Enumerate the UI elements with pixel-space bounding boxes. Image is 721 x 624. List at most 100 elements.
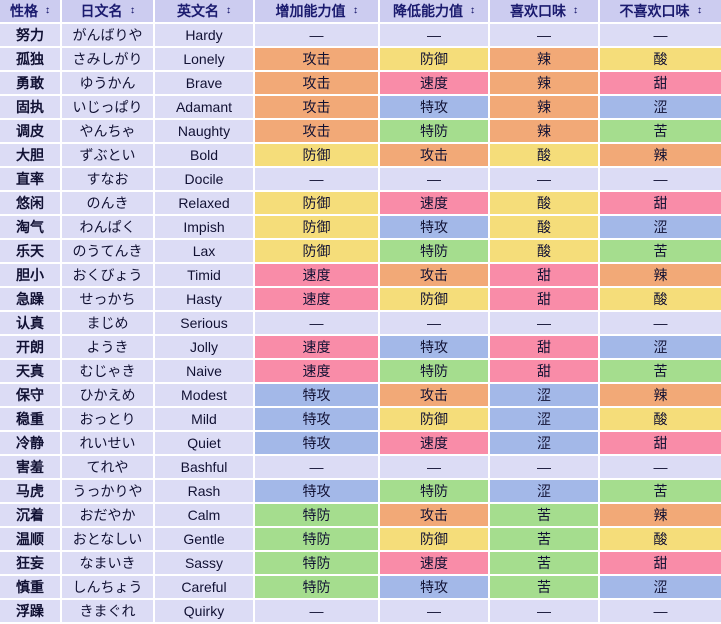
table-header: 性格 ↕ 日文名 ↕ 英文名 ↕ 增加能力值 ↕ 降低能力值 ↕ 喜欢口味 ↕ 不喜欢口味 ↕ — [0, 0, 721, 24]
cell-nature: 认真 — [0, 312, 62, 336]
table-row: 冷静 れいせい Quiet 特攻 速度涩甜 — [0, 432, 721, 456]
cell-nature: 害羞 — [0, 456, 62, 480]
cell-down: 防御 — [380, 528, 490, 552]
cell-down: 特防 — [380, 360, 490, 384]
cell-like: — — [490, 168, 600, 192]
cell-down: 攻击 — [380, 264, 490, 288]
cell-up: 防御 — [255, 240, 380, 264]
table-row: 大胆 ずぶとい Bold 防御 攻击酸辣 — [0, 144, 721, 168]
cell-nature: 孤独 — [0, 48, 62, 72]
table-row: 天真 むじゃき Naive 速度 特防甜苦 — [0, 360, 721, 384]
sort-updown-icon[interactable]: ↕ — [696, 6, 702, 16]
cell-jp: さみしがり — [62, 48, 155, 72]
column-header-nature[interactable]: 性格 ↕ — [0, 0, 62, 24]
cell-up: 防御 — [255, 144, 380, 168]
cell-nature: 淘气 — [0, 216, 62, 240]
cell-jp: わんぱく — [62, 216, 155, 240]
cell-down: — — [380, 456, 490, 480]
cell-like: — — [490, 456, 600, 480]
cell-nature: 稳重 — [0, 408, 62, 432]
column-header-dislike[interactable]: 不喜欢口味 ↕ — [600, 0, 721, 24]
cell-like: 苦 — [490, 576, 600, 600]
cell-jp: おっとり — [62, 408, 155, 432]
cell-dislike: 甜 — [600, 192, 721, 216]
column-header-jp[interactable]: 日文名 ↕ — [62, 0, 155, 24]
cell-nature: 慎重 — [0, 576, 62, 600]
column-header-label: 喜欢口味 — [510, 3, 566, 19]
cell-up: — — [255, 600, 380, 624]
cell-jp: がんばりや — [62, 24, 155, 48]
cell-dislike: — — [600, 600, 721, 624]
cell-jp: れいせい — [62, 432, 155, 456]
column-header-en[interactable]: 英文名 ↕ — [155, 0, 255, 24]
cell-en: Mild — [155, 408, 255, 432]
cell-like: 甜 — [490, 336, 600, 360]
cell-nature: 悠闲 — [0, 192, 62, 216]
cell-like: 苦 — [490, 552, 600, 576]
column-header-label: 增加能力值 — [275, 3, 346, 19]
cell-up: 攻击 — [255, 120, 380, 144]
cell-jp: やんちゃ — [62, 120, 155, 144]
cell-like: 酸 — [490, 240, 600, 264]
column-header-like[interactable]: 喜欢口味 ↕ — [490, 0, 600, 24]
cell-dislike: 涩 — [600, 216, 721, 240]
cell-nature: 胆小 — [0, 264, 62, 288]
cell-down: — — [380, 168, 490, 192]
sort-updown-icon[interactable]: ↕ — [352, 6, 358, 16]
cell-jp: ひかえめ — [62, 384, 155, 408]
cell-like: 甜 — [490, 360, 600, 384]
header-row: 性格 ↕ 日文名 ↕ 英文名 ↕ 增加能力值 ↕ 降低能力值 ↕ 喜欢口味 ↕ 不喜欢口味 ↕ — [0, 0, 721, 24]
cell-like: — — [490, 312, 600, 336]
table-row: 勇敢 ゆうかん Brave 攻击 速度辣甜 — [0, 72, 721, 96]
cell-dislike: 酸 — [600, 288, 721, 312]
cell-en: Impish — [155, 216, 255, 240]
cell-dislike: 涩 — [600, 576, 721, 600]
cell-jp: むじゃき — [62, 360, 155, 384]
column-header-up[interactable]: 增加能力值 ↕ — [255, 0, 380, 24]
cell-down: 速度 — [380, 192, 490, 216]
nature-table: 性格 ↕ 日文名 ↕ 英文名 ↕ 增加能力值 ↕ 降低能力值 ↕ 喜欢口味 ↕ 不喜欢口味 ↕ 努力 がんば… — [0, 0, 721, 624]
sort-updown-icon[interactable]: ↕ — [44, 6, 50, 16]
cell-down: 特攻 — [380, 216, 490, 240]
table-row: 孤独 さみしがり Lonely 攻击 防御辣酸 — [0, 48, 721, 72]
table-row: 胆小 おくびょう Timid 速度 攻击甜辣 — [0, 264, 721, 288]
table-row: 调皮 やんちゃ Naughty 攻击 特防辣苦 — [0, 120, 721, 144]
cell-like: 涩 — [490, 480, 600, 504]
cell-like: 辣 — [490, 48, 600, 72]
table-row: 沉着 おだやか Calm 特防 攻击苦辣 — [0, 504, 721, 528]
cell-dislike: 苦 — [600, 360, 721, 384]
cell-dislike: — — [600, 456, 721, 480]
cell-like: 辣 — [490, 72, 600, 96]
column-header-down[interactable]: 降低能力值 ↕ — [380, 0, 490, 24]
cell-dislike: — — [600, 24, 721, 48]
cell-like: 酸 — [490, 192, 600, 216]
cell-nature: 乐天 — [0, 240, 62, 264]
sort-updown-icon[interactable]: ↕ — [225, 6, 231, 16]
cell-down: 速度 — [380, 72, 490, 96]
cell-up: 攻击 — [255, 72, 380, 96]
table-row: 固执 いじっぱり Adamant 攻击 特攻辣涩 — [0, 96, 721, 120]
table-row: 保守 ひかえめ Modest 特攻 攻击涩辣 — [0, 384, 721, 408]
cell-like: — — [490, 24, 600, 48]
cell-dislike: 甜 — [600, 552, 721, 576]
cell-dislike: 涩 — [600, 336, 721, 360]
sort-updown-icon[interactable]: ↕ — [129, 6, 135, 16]
table-row: 努力 がんばりや Hardy — — — — — [0, 24, 721, 48]
table-row: 浮躁 きまぐれ Quirky — — — — — [0, 600, 721, 624]
cell-dislike: 苦 — [600, 120, 721, 144]
cell-dislike: 甜 — [600, 432, 721, 456]
table-row: 狂妄 なまいき Sassy 特防 速度苦甜 — [0, 552, 721, 576]
cell-en: Bold — [155, 144, 255, 168]
cell-jp: きまぐれ — [62, 600, 155, 624]
sort-updown-icon[interactable]: ↕ — [572, 6, 578, 16]
sort-updown-icon[interactable]: ↕ — [469, 6, 475, 16]
table-row: 稳重 おっとり Mild 特攻 防御涩酸 — [0, 408, 721, 432]
cell-up: 特防 — [255, 504, 380, 528]
table-row: 害羞 てれや Bashful — — — — — [0, 456, 721, 480]
cell-dislike: 甜 — [600, 72, 721, 96]
cell-nature: 温顺 — [0, 528, 62, 552]
cell-en: Relaxed — [155, 192, 255, 216]
cell-en: Quirky — [155, 600, 255, 624]
cell-down: 防御 — [380, 48, 490, 72]
cell-up: 特防 — [255, 576, 380, 600]
